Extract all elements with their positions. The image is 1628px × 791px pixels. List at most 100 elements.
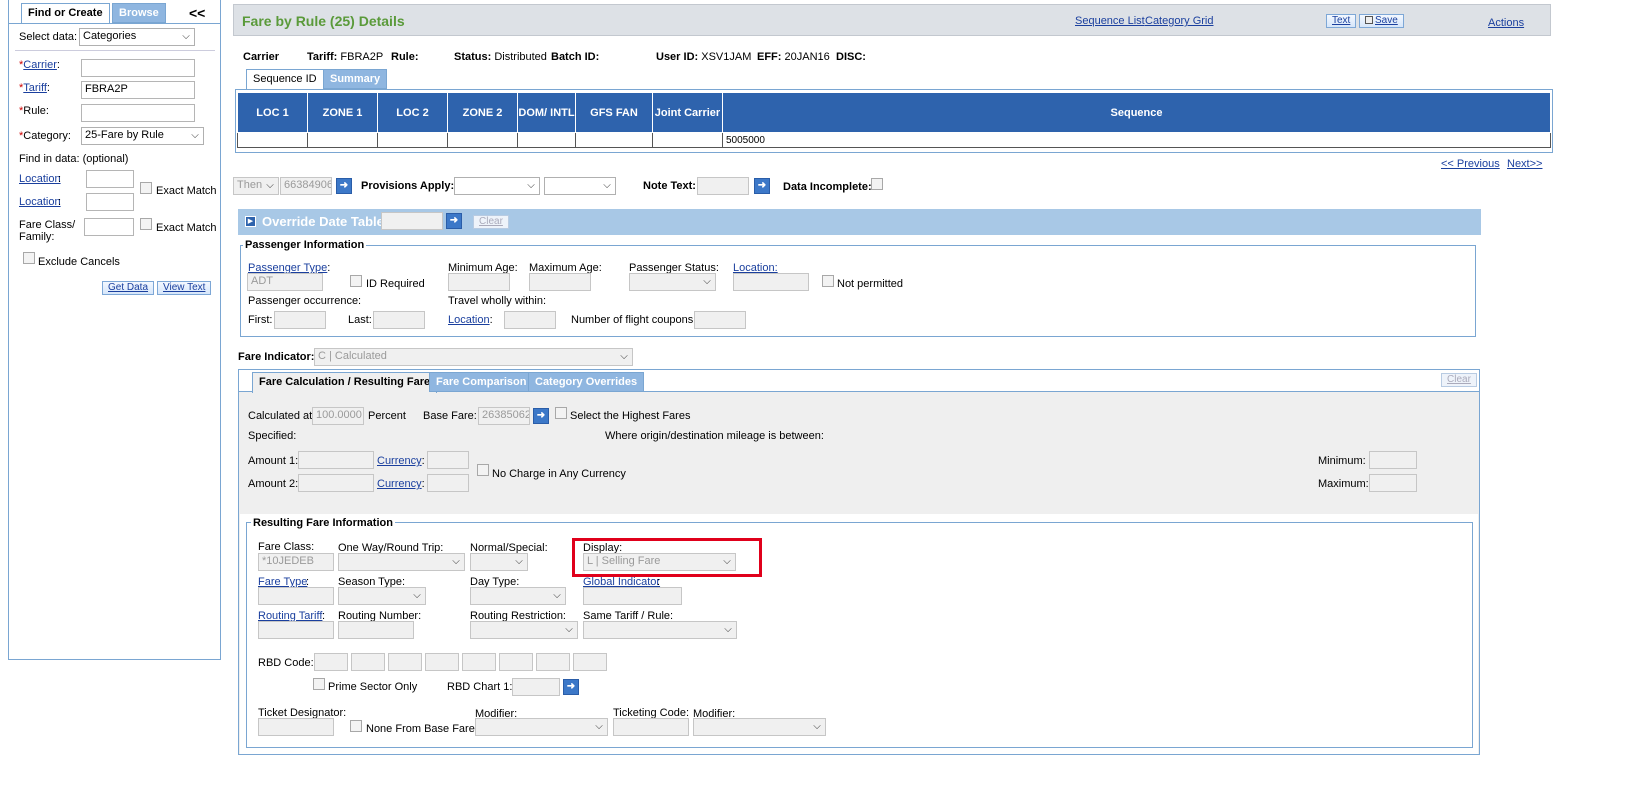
provisions-apply-dropdown-1[interactable]: ⌵ <box>454 177 540 195</box>
go-arrow-icon[interactable]: ➜ <box>336 178 352 194</box>
tab-find-or-create[interactable]: Find or Create <box>21 3 110 23</box>
flight-coupons-input[interactable] <box>694 311 746 329</box>
rbd-chart-input[interactable] <box>512 678 560 696</box>
first-input[interactable] <box>274 311 326 329</box>
day-type-dropdown[interactable]: ⌵ <box>470 587 566 605</box>
column-header-joint-carrier[interactable]: Joint Carrier <box>652 92 723 133</box>
rbd-code-input-3[interactable] <box>388 653 422 671</box>
routing-tariff-input[interactable] <box>258 621 334 639</box>
season-type-dropdown[interactable]: ⌵ <box>338 587 426 605</box>
tab-browse[interactable]: Browse <box>112 3 166 23</box>
one-way-round-trip-dropdown[interactable]: ⌵ <box>338 553 465 571</box>
last-input[interactable] <box>373 311 425 329</box>
expand-icon[interactable]: ▶ <box>245 216 256 227</box>
maximum-age-input[interactable] <box>529 273 591 291</box>
next-link[interactable]: Next>> <box>1507 158 1542 170</box>
exact-match-checkbox-2[interactable] <box>140 218 152 230</box>
carrier-input[interactable] <box>81 59 195 77</box>
minimum-age-input[interactable] <box>448 273 510 291</box>
actions-menu[interactable]: Actions <box>1488 17 1524 29</box>
maximum-input[interactable] <box>1369 474 1417 492</box>
text-button[interactable]: Text <box>1326 14 1357 28</box>
currency1-input[interactable] <box>427 451 469 469</box>
base-fare-input[interactable]: 26385062 <box>478 407 530 425</box>
save-button[interactable]: Save <box>1359 14 1404 28</box>
none-from-base-checkbox[interactable] <box>350 720 362 732</box>
tab-category-overrides[interactable]: Category Overrides <box>528 372 645 392</box>
id-required-checkbox[interactable] <box>350 275 362 287</box>
passenger-type-input[interactable]: ADT <box>247 273 323 291</box>
travel-location-input[interactable] <box>504 311 556 329</box>
exact-match-checkbox-1[interactable] <box>140 182 152 194</box>
note-text-input[interactable] <box>697 177 749 195</box>
modifier-dropdown-1[interactable]: ⌵ <box>475 718 608 736</box>
then-dropdown[interactable]: Then ⌵ <box>233 177 279 195</box>
column-header-zone1[interactable]: ZONE 1 <box>307 92 378 133</box>
exclude-cancels-checkbox[interactable] <box>23 252 35 264</box>
tab-summary[interactable]: Summary <box>323 69 388 89</box>
tariff-input[interactable]: FBRA2P <box>81 81 195 99</box>
go-arrow-icon[interactable]: ➜ <box>533 408 549 424</box>
view-text-button[interactable]: View Text <box>157 281 212 295</box>
rbd-code-input-6[interactable] <box>499 653 533 671</box>
normal-special-dropdown[interactable]: ⌵ <box>470 553 528 571</box>
ticket-designator-input[interactable] <box>258 718 334 736</box>
column-header-gfs-fan[interactable]: GFS FAN <box>575 92 653 133</box>
not-permitted-checkbox[interactable] <box>822 275 834 287</box>
amount2-input[interactable] <box>298 474 374 492</box>
travel-location-link[interactable]: Location <box>448 314 490 326</box>
currency-link-1[interactable]: Currency <box>377 455 422 467</box>
same-tariff-rule-dropdown[interactable]: ⌵ <box>583 621 737 639</box>
fare-class-input[interactable] <box>84 218 134 236</box>
prime-sector-checkbox[interactable] <box>313 678 325 690</box>
fare-indicator-dropdown[interactable]: C | Calculated ⌵ <box>314 348 633 366</box>
column-header-zone2[interactable]: ZONE 2 <box>447 92 518 133</box>
location-link-2[interactable]: Location <box>19 196 61 208</box>
get-data-button[interactable]: Get Data <box>102 281 155 295</box>
override-clear-button[interactable]: Clear <box>473 215 509 229</box>
rbd-code-input-5[interactable] <box>462 653 496 671</box>
minimum-input[interactable] <box>1369 451 1417 469</box>
routing-restriction-dropdown[interactable]: ⌵ <box>470 621 578 639</box>
previous-link[interactable]: << Previous <box>1441 158 1500 170</box>
passenger-location-input[interactable] <box>733 273 809 291</box>
calc-clear-button[interactable]: Clear <box>1441 373 1477 387</box>
column-header-dom-intl[interactable]: DOM/ INTL <box>517 92 576 133</box>
override-date-input[interactable] <box>381 212 443 230</box>
select-data-dropdown[interactable]: Categories ⌵ <box>79 28 195 46</box>
tab-fare-comparison[interactable]: Fare Comparison <box>429 372 534 392</box>
global-indicator-input[interactable] <box>583 587 682 605</box>
modifier-dropdown-2[interactable]: ⌵ <box>693 718 826 736</box>
fare-class-input[interactable]: *10JEDEB <box>258 553 334 571</box>
tab-sequence-id[interactable]: Sequence ID <box>246 69 324 89</box>
go-arrow-icon[interactable]: ➜ <box>446 213 462 229</box>
location-link-1[interactable]: Location <box>19 173 61 185</box>
tariff-link[interactable]: Tariff <box>23 82 47 94</box>
location-input-2[interactable] <box>86 193 134 211</box>
table-row[interactable]: 5005000 <box>237 132 1551 148</box>
then-number-input[interactable]: 66384906 <box>280 177 332 195</box>
currency-link-2[interactable]: Currency <box>377 478 422 490</box>
rule-input[interactable] <box>81 104 195 122</box>
currency2-input[interactable] <box>427 474 469 492</box>
column-header-loc1[interactable]: LOC 1 <box>237 92 308 133</box>
column-header-sequence[interactable]: Sequence <box>722 92 1551 133</box>
rbd-code-input-8[interactable] <box>573 653 607 671</box>
rbd-code-input-4[interactable] <box>425 653 459 671</box>
percent-input[interactable]: 100.0000 <box>312 407 364 425</box>
category-dropdown[interactable]: 25-Fare by Rule ⌵ <box>81 127 204 145</box>
provisions-apply-dropdown-2[interactable]: ⌵ <box>544 177 616 195</box>
collapse-sidebar-button[interactable]: << <box>189 5 205 21</box>
routing-number-input[interactable] <box>338 621 414 639</box>
category-grid-link[interactable]: Category Grid <box>1145 15 1213 27</box>
go-arrow-icon[interactable]: ➜ <box>754 178 770 194</box>
ticketing-code-input[interactable] <box>613 718 689 736</box>
tab-fare-calculation[interactable]: Fare Calculation / Resulting Fare <box>252 372 438 393</box>
go-arrow-icon[interactable]: ➜ <box>563 679 579 695</box>
location-input-1[interactable] <box>86 170 134 188</box>
carrier-link[interactable]: Carrier <box>23 59 57 71</box>
column-header-loc2[interactable]: LOC 2 <box>377 92 448 133</box>
passenger-status-dropdown[interactable]: ⌵ <box>629 273 716 291</box>
rbd-code-input-2[interactable] <box>351 653 385 671</box>
amount1-input[interactable] <box>298 451 374 469</box>
